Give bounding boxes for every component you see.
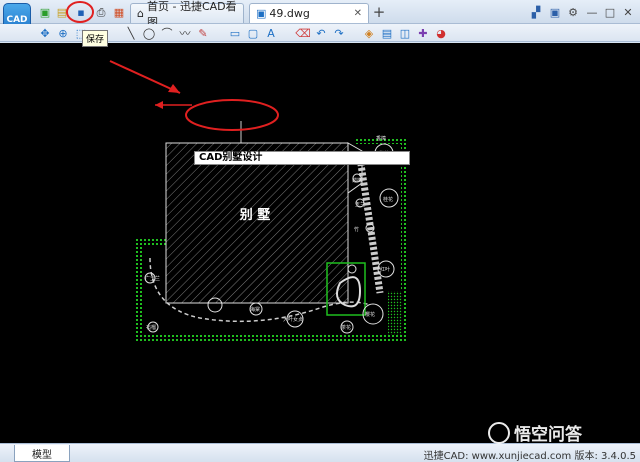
zoom-icon[interactable]: ⊕ [56,26,70,40]
watermark: 悟空问答 [488,420,582,445]
highlight-ellipse [185,99,279,131]
maximize-icon[interactable]: □ [603,5,617,19]
save-tooltip: 保存 [82,30,109,47]
pan-icon[interactable]: ✥ [38,26,52,40]
export-icon[interactable]: ▦ [112,5,126,19]
plant-label: 茶花 [341,324,351,331]
circle-icon[interactable]: ◯ [142,26,156,40]
garden-path [356,157,384,294]
text-icon[interactable]: A [264,26,278,40]
plant-label: 玉兰 [355,201,365,208]
plant-label: 海棠 [250,306,260,313]
polyline-icon[interactable]: 〰 [178,26,192,40]
tab-drawing-label: 49.dwg [269,7,310,20]
plant-label: 石榴 [146,324,156,331]
drawing-canvas[interactable]: 香樟 紫薇 蜡梅 桂花 玉兰 红叶 樱花 茶花 海棠 竹 广玉兰 大叶女贞 石榴… [0,43,640,443]
watermark-text: 悟空问答 [514,425,582,445]
plant-label: 香樟 [376,135,386,142]
status-bar: 模型 迅捷CAD: www.xunjiecad.com 版本: 3.4.0.5 [0,443,640,462]
grass-patch [388,291,402,335]
plant-label: 桂花 [383,196,393,203]
status-info: 迅捷CAD: www.xunjiecad.com 版本: 3.4.0.5 [423,451,636,462]
undo-icon[interactable]: ↶ [314,26,328,40]
eraser-icon[interactable]: ⌫ [295,26,311,40]
tab-drawing[interactable]: ▣ 49.dwg ✕ [249,3,369,23]
pencil-icon[interactable]: ✎ [196,26,210,40]
new-tab-icon[interactable]: + [372,4,386,19]
drawing-title-text[interactable]: CAD别墅设计 [194,151,410,165]
annotation-arrow [109,60,181,94]
tab-model[interactable]: 模型 [14,445,70,462]
skin-icon[interactable]: ▞ [529,5,543,19]
plant-label: 竹 [354,226,359,233]
save-icon[interactable]: ▪ [74,5,88,19]
redo-icon[interactable]: ↷ [332,26,346,40]
close-window-icon[interactable]: ✕ [621,5,635,19]
plant-label: 大叶女贞 [283,316,303,323]
plant-label: 樱花 [365,311,375,318]
layout-icon[interactable]: ▤ [380,26,394,40]
color-icon[interactable]: ◕ [434,26,448,40]
close-tab-icon[interactable]: ✕ [354,8,362,19]
layers-icon[interactable]: ◈ [362,26,376,40]
arc-icon[interactable]: ⌒ [160,26,174,40]
watermark-logo-icon [488,421,510,444]
cloud-icon[interactable]: ▢ [246,26,260,40]
account-icon[interactable]: ▣ [548,5,562,19]
home-icon: ⌂ [137,7,144,20]
rectangle-icon[interactable]: ▭ [228,26,242,40]
plant-label: 广玉兰 [145,275,160,282]
drawing-svg: 香樟 紫薇 蜡梅 桂花 玉兰 红叶 樱花 茶花 海棠 竹 广玉兰 大叶女贞 石榴… [109,60,408,342]
minimize-icon[interactable]: — [585,5,599,19]
pointer-arrow-icon [155,101,163,109]
villa-label: 别 墅 [239,208,271,223]
plant-label: 蜡梅 [352,177,362,184]
title-bar: CAD ▣ ▤ ▪ ⎙ ▦ ⌂ 首页 - 迅捷CAD看图 ▣ 49.dwg ✕ … [0,0,640,37]
measure-icon[interactable]: ✚ [416,26,430,40]
line-icon[interactable]: ╲ [124,26,138,40]
dwg-file-icon: ▣ [256,7,267,20]
new-file-icon[interactable]: ▣ [38,5,52,19]
settings-gear-icon[interactable]: ⚙ [566,5,580,19]
open-file-icon[interactable]: ▤ [55,5,69,19]
plant-label: 红叶 [380,266,390,273]
print-icon[interactable]: ⎙ [94,5,108,19]
3d-view-icon[interactable]: ◫ [398,26,412,40]
tab-home[interactable]: ⌂ 首页 - 迅捷CAD看图 [130,0,244,29]
villa-building [165,142,349,304]
